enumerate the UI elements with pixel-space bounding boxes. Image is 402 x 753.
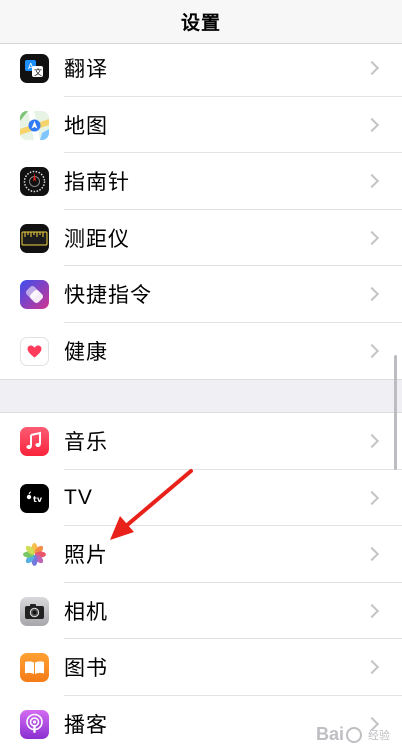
settings-row-label: 快捷指令 [64,284,152,308]
settings-row-label: 播客 [64,713,108,737]
section-spacer [0,379,402,412]
settings-row-label: 地图 [64,114,108,138]
chevron-right-icon [364,230,380,245]
settings-row-measure[interactable]: 测距仪 [0,210,402,266]
settings-row-music[interactable]: 音乐 [0,413,402,470]
settings-row-books[interactable]: 图书 [0,639,402,696]
watermark-brand: Bai [315,724,344,744]
compass-icon [20,167,49,196]
settings-row-label: TV [64,485,93,509]
settings-row-photos[interactable]: 照片 [0,526,402,583]
svg-text:文: 文 [34,67,42,77]
scroll-indicator[interactable] [394,355,397,470]
translate-icon: A 文 [20,54,49,83]
settings-group-apps-1: A 文 翻译 地图 指南针 测距仪 快捷指令 健康 [0,40,402,379]
measure-icon [20,223,49,253]
settings-row-label: 指南针 [64,171,130,195]
paw-icon [346,726,362,743]
chevron-right-icon [364,490,380,505]
shortcuts-icon [20,280,49,309]
watermark: Bai 经验 [316,724,390,745]
settings-row-shortcuts[interactable]: 快捷指令 [0,266,402,323]
chevron-right-icon [364,434,380,449]
svg-text:tv: tv [33,495,43,504]
settings-row-label: 音乐 [64,431,108,455]
settings-group-apps-2: 音乐 tv TV 照片 相机 图书 播客 [0,412,402,753]
photos-icon [20,540,49,569]
settings-row-health[interactable]: 健康 [0,323,402,380]
settings-row-label: 健康 [64,340,108,364]
settings-row-label: 图书 [64,657,108,681]
navigation-bar: 设置 [0,0,402,44]
settings-row-maps[interactable]: 地图 [0,97,402,153]
music-icon [20,427,49,456]
chevron-right-icon [364,603,380,618]
camera-icon [20,596,49,626]
settings-row-translate[interactable]: A 文 翻译 [0,40,402,97]
settings-row-label: 相机 [64,600,108,624]
chevron-right-icon [364,174,380,189]
settings-row-label: 测距仪 [64,227,130,251]
health-icon [20,336,49,366]
settings-row-tv[interactable]: tv TV [0,470,402,526]
tv-icon: tv [20,483,49,513]
page-title: 设置 [180,13,221,34]
chevron-right-icon [364,660,380,675]
podcasts-icon [20,709,49,739]
settings-row-compass[interactable]: 指南针 [0,153,402,210]
settings-row-label: 照片 [64,544,108,568]
watermark-suffix: 经验 [368,729,390,742]
books-icon [20,653,49,682]
settings-row-camera[interactable]: 相机 [0,583,402,639]
maps-icon [20,110,49,140]
chevron-right-icon [364,61,380,76]
chevron-right-icon [364,287,380,302]
settings-row-label: 翻译 [64,58,108,82]
chevron-right-icon [364,547,380,562]
chevron-right-icon [364,117,380,132]
chevron-right-icon [364,343,380,358]
